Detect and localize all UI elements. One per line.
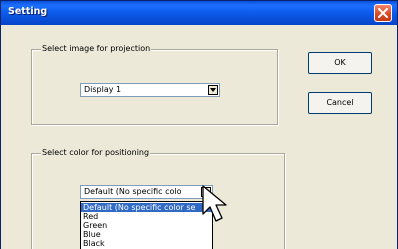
dropdown-option[interactable]: Default (No specific color se [81, 203, 212, 212]
positioning-dropdown-list: Default (No specific color se Red Green … [80, 201, 213, 249]
mouse-pointer-icon [202, 185, 227, 222]
projection-select-value: Display 1 [84, 85, 122, 94]
close-button[interactable] [374, 4, 392, 22]
dropdown-option[interactable]: Blue [81, 230, 212, 239]
dropdown-option[interactable]: Black [81, 239, 212, 248]
dropdown-option[interactable]: Green [81, 221, 212, 230]
positioning-select[interactable]: Default (No specific colo [80, 185, 213, 199]
positioning-select-value: Default (No specific colo [84, 187, 182, 196]
window-title: Setting [8, 6, 48, 17]
projection-group-label: Select image for projection [41, 44, 152, 53]
title-bar[interactable]: Setting [1, 1, 397, 25]
projection-select[interactable]: Display 1 [80, 83, 220, 97]
positioning-group-label: Select color for positioning [41, 148, 151, 157]
setting-dialog: Setting Select image for projection Disp… [0, 0, 398, 249]
cancel-button[interactable]: Cancel [308, 92, 372, 114]
projection-dropdown-button[interactable] [208, 85, 218, 95]
close-icon [378, 8, 388, 18]
ok-button[interactable]: OK [308, 52, 372, 74]
dropdown-option[interactable]: Red [81, 212, 212, 221]
chevron-down-icon [210, 88, 216, 92]
